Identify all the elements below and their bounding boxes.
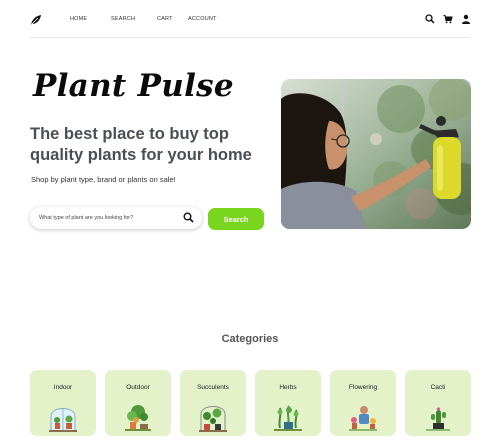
brand-title: Plant Pulse: [33, 68, 234, 104]
hero-photo: [281, 79, 471, 229]
plant-search-input[interactable]: [39, 211, 174, 225]
category-label: Indoor: [53, 384, 73, 391]
nav-account-link[interactable]: ACCOUNT: [188, 16, 217, 22]
user-icon[interactable]: [461, 14, 471, 24]
nav-search-link[interactable]: SEARCH: [111, 16, 135, 22]
category-card-herbs[interactable]: Herbs: [255, 370, 321, 436]
nav-divider: [30, 37, 470, 38]
category-card-succulents[interactable]: Succulents: [180, 370, 246, 436]
category-card-cacti[interactable]: Cacti: [405, 370, 471, 436]
search-box: [30, 207, 202, 229]
category-card-indoor[interactable]: Indoor: [30, 370, 96, 436]
category-label: Succulents: [197, 384, 229, 391]
categories-title: Categories: [221, 333, 279, 345]
leaf-icon[interactable]: [30, 14, 42, 26]
top-nav: HOME SEARCH CART ACCOUNT: [0, 0, 500, 38]
nav-cart-link[interactable]: CART: [157, 16, 173, 22]
hero-subline: Shop by plant type, brand or plants on s…: [31, 175, 176, 184]
category-label: Herbs: [279, 384, 297, 391]
indoor-plants-illustration: [49, 408, 77, 432]
category-label: Flowering: [348, 384, 378, 391]
search-icon[interactable]: [425, 14, 435, 24]
search-button[interactable]: Search: [208, 208, 264, 230]
category-label: Outdoor: [126, 384, 150, 391]
hero-headline: The best place to buy top quality plants…: [30, 125, 252, 164]
category-card-outdoor[interactable]: Outdoor: [105, 370, 171, 436]
category-label: Cacti: [430, 384, 446, 391]
search-icon[interactable]: [183, 212, 194, 223]
flowering-plants-illustration: [349, 406, 377, 431]
cart-icon[interactable]: [443, 14, 453, 24]
category-card-flowering[interactable]: Flowering: [330, 370, 396, 436]
woman-spraying-plants-photo: [281, 79, 471, 229]
cacti-illustration: [426, 407, 450, 431]
herbs-illustration: [274, 405, 302, 431]
nav-home-link[interactable]: HOME: [70, 16, 87, 22]
outdoor-gardening-illustration: [125, 405, 151, 431]
succulents-illustration: [199, 406, 227, 432]
